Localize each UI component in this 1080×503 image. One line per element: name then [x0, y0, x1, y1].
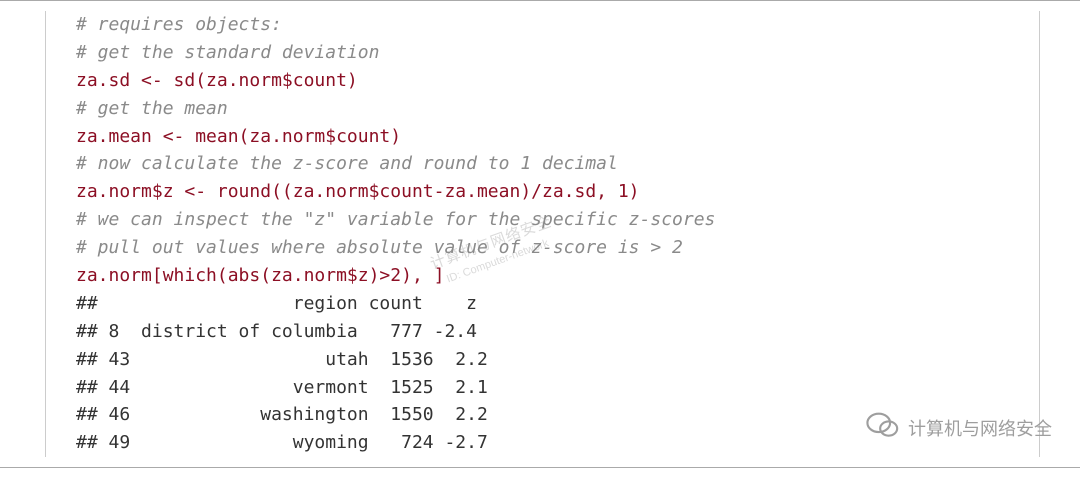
output-line: ## 49 wyoming 724 -2.7	[76, 432, 488, 453]
comment-line: # get the mean	[76, 98, 228, 119]
comment-line: # get the standard deviation	[76, 42, 379, 63]
output-line: ## 8 district of columbia 777 -2.4	[76, 321, 477, 342]
code-listing: # requires objects: # get the standard d…	[45, 11, 1040, 457]
output-line: ## 44 vermont 1525 2.1	[76, 377, 488, 398]
code-line: za.norm$z <- round((za.norm$count-za.mea…	[76, 181, 640, 202]
code-block: # requires objects: # get the standard d…	[0, 0, 1080, 468]
code-line: za.norm[which(abs(za.norm$z)>2), ]	[76, 265, 444, 286]
comment-line: # requires objects:	[76, 14, 282, 35]
comment-line: # we can inspect the "z" variable for th…	[76, 209, 715, 230]
code-line: za.mean <- mean(za.norm$count)	[76, 126, 401, 147]
code-line: za.sd <- sd(za.norm$count)	[76, 70, 358, 91]
output-line: ## 43 utah 1536 2.2	[76, 349, 488, 370]
comment-line: # pull out values where absolute value o…	[76, 237, 683, 258]
output-line: ## region count z	[76, 293, 477, 314]
comment-line: # now calculate the z-score and round to…	[76, 153, 618, 174]
output-line: ## 46 washington 1550 2.2	[76, 404, 488, 425]
